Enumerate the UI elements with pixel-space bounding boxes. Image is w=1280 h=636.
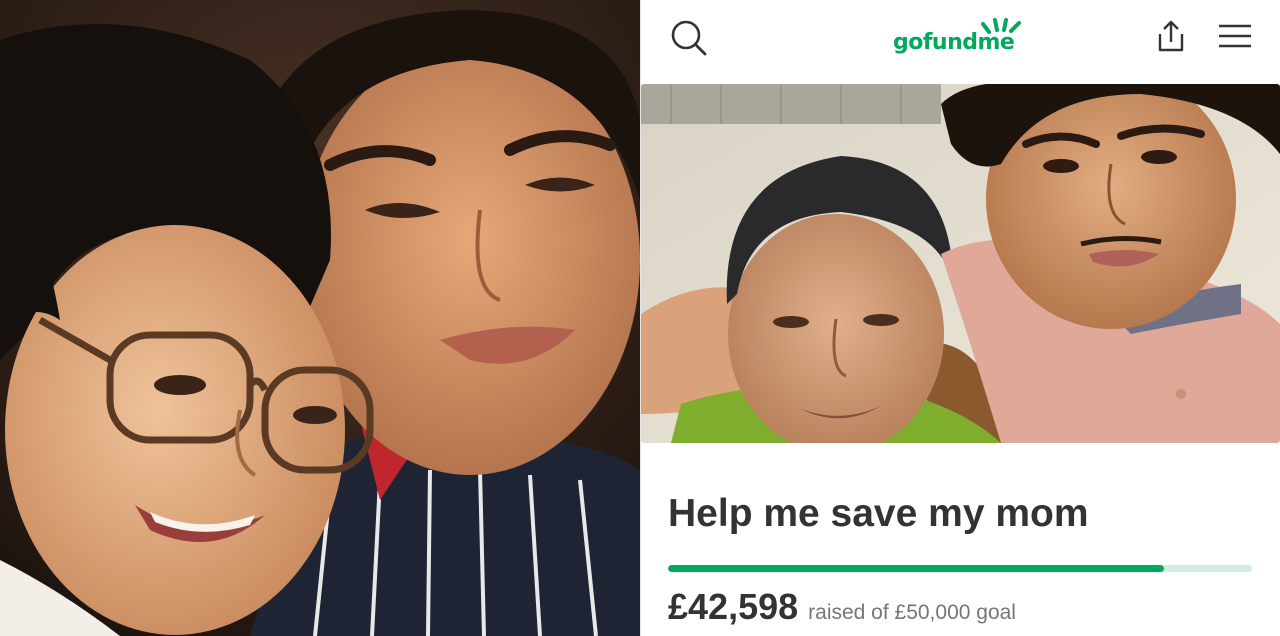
campaign-hero-image[interactable]	[641, 84, 1280, 443]
left-photo	[0, 0, 640, 636]
top-navigation-bar: gofundme	[641, 0, 1280, 84]
hamburger-menu-icon[interactable]	[1215, 18, 1255, 58]
selfie-photo-illustration	[0, 0, 640, 636]
share-icon[interactable]	[1151, 16, 1191, 56]
amount-raised: £42,598	[668, 586, 799, 627]
gofundme-logo[interactable]: gofundme	[893, 18, 1033, 60]
campaign-title: Help me save my mom	[668, 492, 1089, 535]
logo-sprout-icon	[981, 18, 1021, 34]
gofundme-panel: gofundme Help me save my mom £42,598 rai…	[641, 0, 1280, 636]
amount-raised-row: £42,598 raised of £50,000 goal	[668, 586, 1016, 628]
mother-son-photo-illustration	[641, 84, 1280, 443]
donation-progress-fill	[668, 565, 1165, 572]
donation-progress-bar	[668, 565, 1252, 572]
search-icon[interactable]	[669, 18, 709, 58]
goal-text: raised of £50,000 goal	[808, 601, 1016, 624]
